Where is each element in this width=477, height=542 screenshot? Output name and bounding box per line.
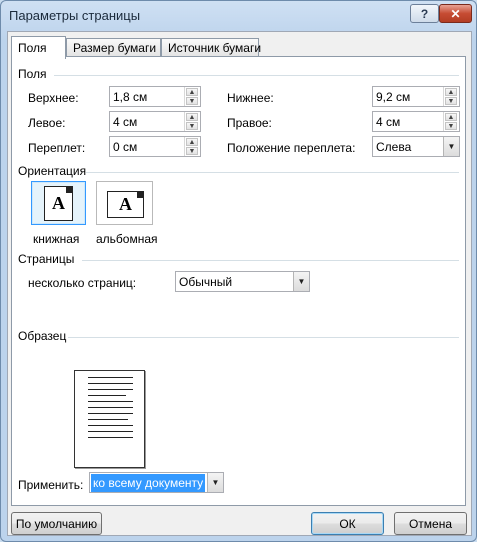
preview-line [88, 389, 133, 390]
set-default-button[interactable]: По умолчанию [11, 512, 102, 535]
apply-to-select[interactable]: ко всему документу ▼ [89, 472, 224, 493]
portrait-label: книжная [33, 232, 80, 246]
orientation-section-title: Ориентация [18, 164, 87, 178]
preview-line [88, 383, 133, 384]
portrait-page-icon: A [44, 186, 73, 221]
right-margin-label: Правое: [227, 116, 272, 130]
gutter-value: 0 см [113, 140, 138, 154]
chevron-down-icon[interactable]: ▼ [293, 272, 309, 291]
up-arrow-icon[interactable]: ▲ [445, 88, 457, 96]
preview-page [74, 370, 145, 468]
divider [54, 75, 459, 76]
gutter-label: Переплет: [28, 141, 86, 155]
bottom-margin-label: Нижнее: [227, 91, 274, 105]
left-margin-label: Левое: [28, 116, 66, 130]
down-arrow-icon[interactable]: ▼ [445, 122, 457, 130]
gutter-position-label: Положение переплета: [227, 141, 356, 155]
margins-section-title: Поля [18, 67, 47, 81]
landscape-page-icon: A [107, 191, 144, 218]
preview-line [88, 377, 133, 378]
preview-section-title: Образец [18, 329, 67, 343]
tab-label: Размер бумаги [73, 41, 157, 55]
pages-section-title: Страницы [18, 252, 75, 266]
up-arrow-icon[interactable]: ▲ [445, 113, 457, 121]
left-margin-value: 4 см [113, 115, 138, 129]
tab-margins[interactable]: Поля [11, 36, 66, 59]
help-icon: ? [420, 6, 429, 21]
window-title: Параметры страницы [9, 8, 141, 23]
multiple-pages-value: Обычный [179, 275, 233, 289]
dialog-body: Поля Размер бумаги Источник бумаги Поля … [7, 31, 472, 536]
apply-to-label: Применить: [18, 478, 84, 492]
up-arrow-icon[interactable]: ▲ [186, 113, 198, 121]
top-margin-label: Верхнее: [28, 91, 79, 105]
tab-label: Источник бумаги [168, 41, 262, 55]
preview-line [88, 419, 128, 420]
cancel-label: Отмена [408, 516, 453, 531]
tab-paper-source[interactable]: Источник бумаги [161, 38, 262, 57]
landscape-label: альбомная [96, 232, 158, 246]
ok-button[interactable]: ОК [311, 512, 384, 535]
gutter-position-select[interactable]: Слева ▼ [372, 136, 460, 157]
preview-line [88, 407, 133, 408]
down-arrow-icon[interactable]: ▼ [445, 97, 457, 105]
title-bar[interactable]: Параметры страницы ? ✕ [1, 1, 476, 31]
divider [86, 172, 459, 173]
cancel-button[interactable]: Отмена [394, 512, 467, 535]
preview-line [88, 437, 133, 438]
right-margin-spinner[interactable]: 4 см ▲ ▼ [372, 111, 460, 132]
preview-line [88, 425, 133, 426]
preview-line [88, 431, 133, 432]
down-arrow-icon[interactable]: ▼ [186, 147, 198, 155]
landscape-option[interactable]: A [96, 181, 153, 225]
portrait-option[interactable]: A [31, 181, 86, 225]
top-margin-spinner[interactable]: 1,8 см ▲ ▼ [109, 86, 201, 107]
up-arrow-icon[interactable]: ▲ [186, 138, 198, 146]
bottom-margin-value: 9,2 см [376, 90, 411, 104]
margins-panel: Поля Верхнее: 1,8 см ▲ ▼ Нижнее: 9,2 см ▲… [11, 56, 466, 506]
preview-line [88, 401, 133, 402]
set-default-label: По умолчанию [15, 516, 98, 531]
bottom-margin-spinner[interactable]: 9,2 см ▲ ▼ [372, 86, 460, 107]
preview-line [88, 395, 126, 396]
divider [68, 337, 459, 338]
top-margin-value: 1,8 см [113, 90, 148, 104]
chevron-down-icon[interactable]: ▼ [207, 473, 223, 492]
apply-to-value: ко всему документу [91, 474, 206, 492]
close-button[interactable]: ✕ [439, 4, 472, 23]
divider [82, 260, 459, 261]
chevron-down-icon[interactable]: ▼ [443, 137, 459, 156]
close-icon: ✕ [450, 6, 461, 21]
right-margin-value: 4 см [376, 115, 401, 129]
page-setup-dialog: Параметры страницы ? ✕ Поля Размер бумаг… [0, 0, 477, 542]
up-arrow-icon[interactable]: ▲ [186, 88, 198, 96]
tab-paper-size[interactable]: Размер бумаги [66, 38, 161, 57]
tab-label: Поля [18, 41, 47, 55]
ok-label: ОК [339, 516, 356, 531]
down-arrow-icon[interactable]: ▼ [186, 97, 198, 105]
down-arrow-icon[interactable]: ▼ [186, 122, 198, 130]
gutter-spinner[interactable]: 0 см ▲ ▼ [109, 136, 201, 157]
preview-line [88, 413, 133, 414]
multiple-pages-select[interactable]: Обычный ▼ [175, 271, 310, 292]
left-margin-spinner[interactable]: 4 см ▲ ▼ [109, 111, 201, 132]
multiple-pages-label: несколько страниц: [28, 276, 137, 290]
help-button[interactable]: ? [410, 4, 439, 23]
gutter-position-value: Слева [376, 140, 412, 154]
